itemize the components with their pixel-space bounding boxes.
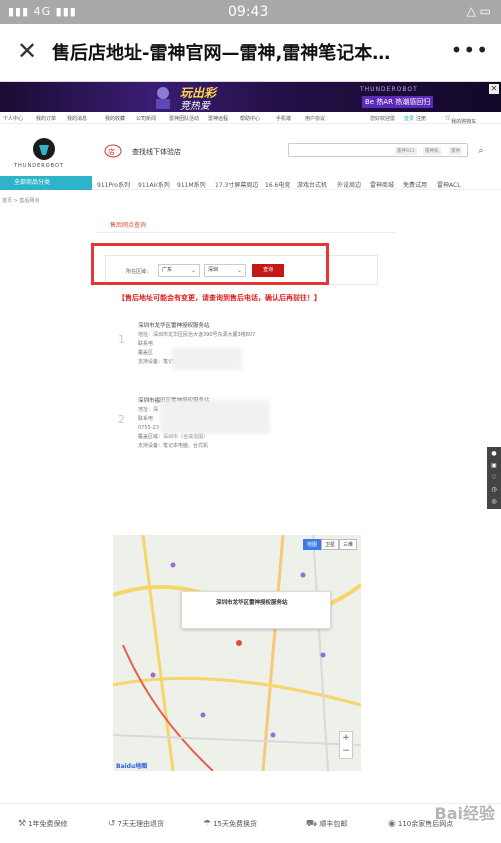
service-item: ☂ 15天免费换货 <box>203 819 257 829</box>
login-link[interactable]: 登录 <box>404 115 414 122</box>
privacy-blur <box>160 400 270 434</box>
breadcrumb: 首页 > 售后网点 <box>2 198 40 204</box>
category-item[interactable]: 911M系列 <box>177 180 206 189</box>
headset-icon[interactable]: ◎ <box>490 498 498 506</box>
map-zoom-control[interactable]: + − <box>339 731 353 759</box>
banner-close-icon[interactable]: ✕ <box>489 84 499 94</box>
store-map[interactable]: 深圳市龙华区雷神授权服务站 地图 卫星 三维 + − Baidu地图 <box>113 535 361 771</box>
pin-icon: ◉ <box>388 819 396 829</box>
category-item[interactable]: 17.3寸屏幕周边 <box>215 180 258 189</box>
cart-link[interactable]: 🛒 我的购物车 <box>445 115 476 125</box>
brand-logo[interactable] <box>33 138 55 160</box>
gamer-figure-icon <box>156 87 170 109</box>
top-nav-item[interactable]: 我的订单 <box>36 115 56 122</box>
annotation-highlight-box <box>91 243 329 285</box>
privacy-blur <box>172 348 242 370</box>
map-type-switch[interactable]: 地图 卫星 三维 <box>302 539 357 550</box>
store-address: 地址：深圳市龙华区民治大道390号东源大厦3楼807 <box>138 332 256 338</box>
category-item[interactable]: 16.6电竞 <box>265 180 290 189</box>
user-icon[interactable]: ● <box>490 450 498 458</box>
category-nav: 全部商品分类 911Pro系列 911Air系列 911M系列 17.3寸屏幕周… <box>0 176 501 190</box>
map-brand-logo: Baidu地图 <box>116 763 148 770</box>
top-nav-item[interactable]: 雷神团队活动 <box>169 115 199 122</box>
search-tag[interactable]: 雷神911 <box>395 147 417 155</box>
banner-brand: THUNDEROBOT <box>360 86 418 93</box>
top-nav-item[interactable]: 手机端 <box>276 115 291 122</box>
wrench-icon: ⚒ <box>18 819 27 829</box>
more-menu-icon[interactable]: ••• <box>451 38 489 62</box>
store-support: 支持设备：笔记本电脑、台式机 <box>138 443 209 449</box>
status-time: 09:43 <box>228 4 269 20</box>
map-roads <box>113 535 361 771</box>
map-type-option[interactable]: 地图 <box>302 539 321 550</box>
category-item[interactable]: 免费试用 <box>403 180 427 189</box>
experience-store-link[interactable]: 查找线下体验店 <box>132 147 181 157</box>
zoom-in-button[interactable]: + <box>340 732 352 745</box>
close-icon[interactable]: ✕ <box>14 38 40 64</box>
map-type-option[interactable]: 三维 <box>338 539 357 550</box>
store-number: 2 <box>118 413 125 426</box>
banner-tag: Be 热AR 热潮感回归 <box>362 96 434 108</box>
map-info-popup: 深圳市龙华区雷神授权服务站 <box>181 591 331 629</box>
status-bar: ▮▮▮ 4G ▮▮▮ 09:43 △ ▭ <box>0 0 501 24</box>
top-nav: 个人中心 我的订单 我的消息 我的收藏 公司新闻 雷神团队活动 雷神远程 帮助中… <box>0 112 501 125</box>
service-item: ↺ 7天无理由退货 <box>108 819 165 829</box>
top-nav-item[interactable]: 雷神远程 <box>208 115 228 122</box>
truck-icon: ⛟ <box>306 819 318 829</box>
category-item[interactable]: 雷神商城 <box>370 180 394 189</box>
banner-subline: 竞热爱 <box>180 101 210 112</box>
top-nav-item[interactable]: 我的消息 <box>67 115 87 122</box>
heart-icon[interactable]: ♡ <box>490 474 498 482</box>
return-icon: ↺ <box>108 819 116 829</box>
umbrella-icon: ☂ <box>203 819 212 829</box>
register-link[interactable]: 注册 <box>416 115 426 122</box>
service-item: ⚒ 1年免费保修 <box>18 819 68 829</box>
store-area: 覆盖区域：深圳市（全境范围） <box>138 434 209 440</box>
top-nav-item[interactable]: 帮助中心 <box>240 115 260 122</box>
all-categories-button[interactable]: 全部商品分类 <box>0 176 92 190</box>
category-item[interactable]: 游戏台式机 <box>297 180 327 189</box>
notice-text: 【售后地址可能会有变更，请查询到售后电话，确认后再前往！】 <box>118 294 321 302</box>
top-nav-item[interactable]: 公司新闻 <box>136 115 156 122</box>
top-nav-item[interactable]: 个人中心 <box>3 115 23 122</box>
search-tag[interactable]: 雷神机 <box>423 147 441 155</box>
watermark: Bai经验 <box>434 804 495 823</box>
search-icon[interactable]: ⌕ <box>474 144 488 158</box>
experience-store-icon: 店 <box>104 144 122 158</box>
battery-icon: △ ▭ <box>466 4 491 18</box>
zoom-out-button[interactable]: − <box>340 745 352 758</box>
clock-icon[interactable]: ◷ <box>490 486 498 494</box>
browser-title-bar: ✕ 售后店地址-雷神官网—雷神,雷神笔记本… ••• <box>0 24 501 82</box>
search-tag[interactable]: 雷神 <box>449 147 462 155</box>
signal-indicator: ▮▮▮ 4G ▮▮▮ <box>8 5 77 18</box>
cart-icon[interactable]: ▣ <box>490 462 498 470</box>
service-item: ⛟ 顺丰包邮 <box>306 819 348 829</box>
category-item[interactable]: 外设周边 <box>337 180 361 189</box>
brand-logo-text: THUNDEROBOT <box>14 163 64 169</box>
top-nav-item[interactable]: 用户协议 <box>305 115 325 122</box>
search-input[interactable]: 雷神911 雷神机 雷神 <box>288 143 468 157</box>
top-nav-welcome: 您好欢迎雷 <box>370 116 396 122</box>
category-item[interactable]: 911Air系列 <box>138 180 170 189</box>
page-title-text: 售后店地址-雷神官网—雷神,雷神笔记本… <box>52 43 391 64</box>
category-item[interactable]: 911Pro系列 <box>97 180 130 189</box>
category-item[interactable]: 雷神ACL <box>437 180 461 189</box>
store-number: 1 <box>118 333 125 346</box>
store-name: 深圳市龙华区雷神授权服务站 <box>138 323 210 329</box>
service-footer: ⚒ 1年免费保修 ↺ 7天无理由退货 ☂ 15天免费换货 ⛟ 顺丰包邮 ◉ 110余家售后… <box>0 803 501 843</box>
svg-text:店: 店 <box>108 147 115 156</box>
promo-banner[interactable]: 玩出彩 竞热爱 THUNDEROBOT Be 热AR 热潮感回归 ✕ <box>0 82 501 112</box>
floating-toolbar: ● ▣ ♡ ◷ ◎ <box>487 447 501 509</box>
top-nav-item[interactable]: 我的收藏 <box>105 115 125 122</box>
section-title: 售后网点查询 <box>96 213 396 233</box>
map-type-option[interactable]: 卫星 <box>320 539 339 550</box>
